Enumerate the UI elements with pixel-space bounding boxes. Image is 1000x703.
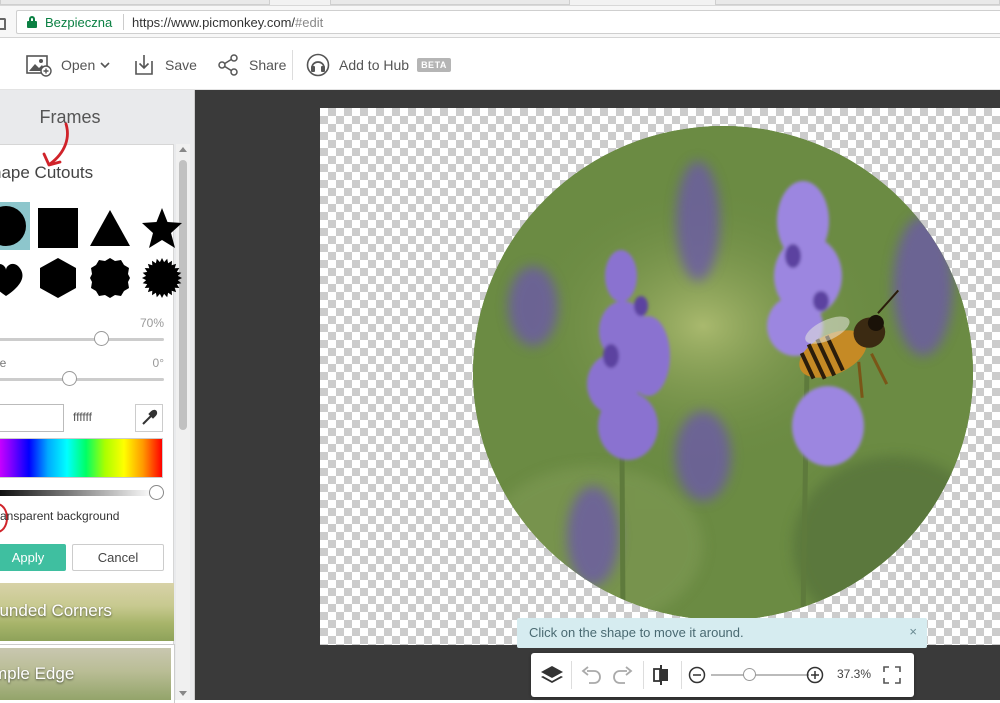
heart-shape-icon bbox=[0, 263, 23, 296]
fullscreen-icon bbox=[883, 666, 901, 684]
hue-picker[interactable] bbox=[0, 438, 163, 478]
url-field[interactable]: Bezpieczna https://www.picmonkey.com/#ed… bbox=[16, 10, 1000, 34]
transparent-background-label[interactable]: ransparent background bbox=[0, 509, 119, 523]
color-swatch-input[interactable] bbox=[0, 404, 64, 432]
zoom-in-button[interactable] bbox=[805, 663, 825, 687]
angle-slider-knob[interactable] bbox=[62, 371, 77, 386]
share-label: Share bbox=[249, 57, 287, 73]
zoom-slider[interactable] bbox=[711, 674, 809, 676]
frame-rounded-corners[interactable]: ounded Corners bbox=[0, 583, 174, 641]
hint-text: Click on the shape to move it around. bbox=[529, 625, 744, 640]
toolbar-divider bbox=[292, 50, 293, 80]
browser-tab[interactable] bbox=[330, 0, 570, 5]
canvas-area: Click on the shape to move it around. × … bbox=[195, 90, 1000, 700]
color-hex[interactable]: ffffff bbox=[73, 410, 92, 424]
hub-label: Add to Hub bbox=[339, 57, 410, 73]
share-button[interactable]: Share bbox=[216, 52, 286, 78]
frames-sidebar: Frames hape Cutouts 70% e 0° ffffff rans… bbox=[0, 90, 195, 703]
home-icon[interactable] bbox=[0, 18, 6, 30]
redo-button[interactable] bbox=[611, 663, 635, 687]
hint-tooltip: Click on the shape to move it around. × bbox=[517, 618, 927, 648]
shape-square[interactable] bbox=[34, 204, 82, 252]
app-toolbar: Open Save Share Add to Hub BETA bbox=[0, 39, 1000, 90]
apply-button[interactable]: Apply bbox=[0, 544, 66, 571]
opacity-slider[interactable] bbox=[0, 338, 164, 341]
seal-shape-icon bbox=[142, 258, 182, 298]
shape-grid bbox=[0, 202, 182, 304]
shape-heart[interactable] bbox=[0, 254, 30, 302]
layers-icon bbox=[541, 666, 563, 683]
shape-triangle[interactable] bbox=[86, 204, 134, 252]
shape-circle[interactable] bbox=[0, 202, 30, 250]
annotation-arrow-icon bbox=[42, 122, 69, 167]
shape-scalloped[interactable] bbox=[86, 254, 134, 302]
circle-cutout-photo[interactable] bbox=[473, 126, 973, 620]
scalloped-circle-shape-icon bbox=[90, 258, 130, 298]
angle-value: 0° bbox=[152, 356, 164, 370]
cancel-button[interactable]: Cancel bbox=[72, 544, 164, 571]
hexagon-shape-icon bbox=[40, 258, 76, 298]
compare-button[interactable] bbox=[649, 663, 673, 687]
square-shape-icon bbox=[38, 208, 78, 248]
share-icon bbox=[218, 54, 238, 76]
save-icon bbox=[135, 55, 153, 75]
save-button[interactable]: Save bbox=[132, 52, 197, 78]
lock-icon bbox=[27, 16, 37, 28]
triangle-shape-icon bbox=[90, 210, 130, 246]
open-label: Open bbox=[61, 57, 96, 73]
lavender-bee-photo bbox=[473, 126, 973, 620]
fullscreen-button[interactable] bbox=[881, 663, 903, 687]
zoom-in-icon bbox=[806, 666, 824, 684]
zoom-toolbar: 37.3% bbox=[531, 653, 914, 697]
beta-badge: BETA bbox=[417, 58, 451, 72]
browser-tab[interactable] bbox=[0, 0, 270, 5]
shape-seal[interactable] bbox=[138, 254, 186, 302]
compare-icon bbox=[653, 665, 668, 685]
zoom-out-button[interactable] bbox=[687, 663, 707, 687]
chevron-down-icon bbox=[100, 62, 110, 69]
zoom-percentage: 37.3% bbox=[837, 667, 872, 681]
frame-label: ounded Corners bbox=[0, 601, 112, 620]
frame-label: mple Edge bbox=[0, 664, 75, 683]
opacity-value: 70% bbox=[139, 316, 164, 330]
shape-star[interactable] bbox=[138, 204, 186, 252]
angle-label: le bbox=[0, 356, 7, 370]
redo-icon bbox=[613, 666, 633, 684]
angle-slider[interactable] bbox=[0, 378, 164, 381]
brightness-slider[interactable] bbox=[0, 490, 154, 496]
zoom-slider-knob[interactable] bbox=[743, 668, 756, 681]
save-label: Save bbox=[165, 57, 197, 73]
open-image-icon bbox=[26, 55, 52, 77]
zoom-out-icon bbox=[688, 666, 706, 684]
eyedropper-icon bbox=[142, 409, 158, 425]
address-bar: Bezpieczna https://www.picmonkey.com/#ed… bbox=[0, 6, 1000, 38]
add-to-hub-button[interactable]: Add to Hub BETA bbox=[306, 52, 451, 78]
undo-button[interactable] bbox=[579, 663, 603, 687]
circle-shape-icon bbox=[0, 206, 26, 246]
opacity-slider-knob[interactable] bbox=[94, 331, 109, 346]
url-text[interactable]: https://www.picmonkey.com/#edit bbox=[132, 15, 323, 30]
shape-hexagon[interactable] bbox=[34, 254, 82, 302]
secure-label: Bezpieczna bbox=[45, 15, 113, 30]
frame-simple-edge[interactable]: mple Edge bbox=[0, 644, 175, 703]
brightness-slider-knob[interactable] bbox=[149, 485, 164, 500]
open-button[interactable]: Open bbox=[26, 52, 110, 78]
undo-icon bbox=[581, 666, 601, 684]
eyedropper-button[interactable] bbox=[135, 404, 163, 432]
browser-tab[interactable] bbox=[715, 0, 1000, 5]
layers-button[interactable] bbox=[539, 663, 565, 687]
star-shape-icon bbox=[142, 208, 182, 248]
hub-icon bbox=[306, 53, 330, 77]
close-icon[interactable]: × bbox=[909, 624, 917, 639]
